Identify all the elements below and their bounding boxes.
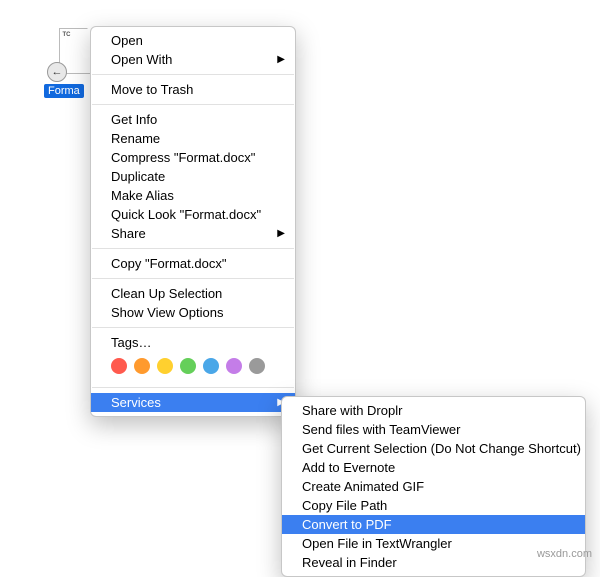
context-menu[interactable]: Open Open With ▶ Move to Trash Get Info Renam… xyxy=(90,26,296,417)
menu-item-label: Quick Look "Format.docx" xyxy=(111,207,261,222)
menu-item[interactable]: Services▶ xyxy=(91,393,295,412)
menu-item[interactable]: Quick Look "Format.docx" xyxy=(91,205,295,224)
file-label[interactable]: Forma xyxy=(44,84,84,98)
menu-separator xyxy=(92,248,294,249)
submenu-arrow-icon: ▶ xyxy=(277,54,285,65)
menu-item-label: Open xyxy=(111,33,143,48)
menu-item[interactable]: Compress "Format.docx" xyxy=(91,148,295,167)
submenu-item-label: Share with Droplr xyxy=(302,403,402,418)
menu-item-label: Move to Trash xyxy=(111,82,193,97)
menu-item[interactable]: Copy "Format.docx" xyxy=(91,254,295,273)
menu-item[interactable]: Share ▶ xyxy=(91,224,295,243)
menu-separator xyxy=(92,387,294,388)
menu-item-label: Open With xyxy=(111,52,172,67)
menu-item[interactable]: Get Info xyxy=(91,110,295,129)
submenu-item-label: Convert to PDF xyxy=(302,517,392,532)
menu-item-label: Compress "Format.docx" xyxy=(111,150,255,165)
submenu-item-label: Open File in TextWrangler xyxy=(302,536,452,551)
tag-dot[interactable] xyxy=(180,358,196,374)
tag-dot[interactable] xyxy=(203,358,219,374)
submenu-item-label: Reveal in Finder xyxy=(302,555,397,570)
submenu-item[interactable]: Copy File Path xyxy=(282,496,585,515)
submenu-item[interactable]: Convert to PDF xyxy=(282,515,585,534)
menu-item-label: Rename xyxy=(111,131,160,146)
submenu-item[interactable]: Share with Droplr xyxy=(282,401,585,420)
submenu-arrow-icon: ▶ xyxy=(277,228,285,239)
submenu-item-label: Send files with TeamViewer xyxy=(302,422,461,437)
menu-item-label: Tags… xyxy=(111,335,151,350)
menu-item[interactable]: Open xyxy=(91,31,295,50)
submenu-item-label: Add to Evernote xyxy=(302,460,395,475)
menu-item[interactable]: Tags… xyxy=(91,333,295,352)
submenu-item-label: Get Current Selection (Do Not Change Sho… xyxy=(302,441,581,456)
menu-separator xyxy=(92,104,294,105)
menu-item-label: Copy "Format.docx" xyxy=(111,256,226,271)
submenu-item-label: Create Animated GIF xyxy=(302,479,424,494)
menu-item-label: Duplicate xyxy=(111,169,165,184)
tag-dot[interactable] xyxy=(111,358,127,374)
menu-item-label: Get Info xyxy=(111,112,157,127)
tag-dot[interactable] xyxy=(249,358,265,374)
menu-separator xyxy=(92,278,294,279)
menu-item[interactable]: Open With ▶ xyxy=(91,50,295,69)
submenu-item[interactable]: Create Animated GIF xyxy=(282,477,585,496)
menu-separator xyxy=(92,74,294,75)
submenu-item[interactable]: Get Current Selection (Do Not Change Sho… xyxy=(282,439,585,458)
tag-dot[interactable] xyxy=(134,358,150,374)
menu-item[interactable]: Rename xyxy=(91,129,295,148)
menu-item-label: Make Alias xyxy=(111,188,174,203)
menu-item-label: Clean Up Selection xyxy=(111,286,222,301)
tag-dot[interactable] xyxy=(226,358,242,374)
menu-separator xyxy=(92,327,294,328)
menu-item[interactable]: Move to Trash xyxy=(91,80,295,99)
watermark: wsxdn.com xyxy=(537,548,592,560)
tag-dot[interactable] xyxy=(157,358,173,374)
menu-item-label: Share xyxy=(111,226,146,241)
recent-arrow-icon: ← xyxy=(47,62,67,82)
file-type-badge: TC xyxy=(63,32,71,38)
menu-item[interactable]: Duplicate xyxy=(91,167,295,186)
menu-item[interactable]: Make Alias xyxy=(91,186,295,205)
menu-item[interactable]: Clean Up Selection xyxy=(91,284,295,303)
menu-item-label: Services xyxy=(111,395,161,410)
submenu-item-label: Copy File Path xyxy=(302,498,387,513)
tag-color-row xyxy=(91,352,295,382)
menu-item-label: Show View Options xyxy=(111,305,224,320)
menu-item[interactable]: Show View Options xyxy=(91,303,295,322)
submenu-item[interactable]: Add to Evernote xyxy=(282,458,585,477)
submenu-item[interactable]: Send files with TeamViewer xyxy=(282,420,585,439)
